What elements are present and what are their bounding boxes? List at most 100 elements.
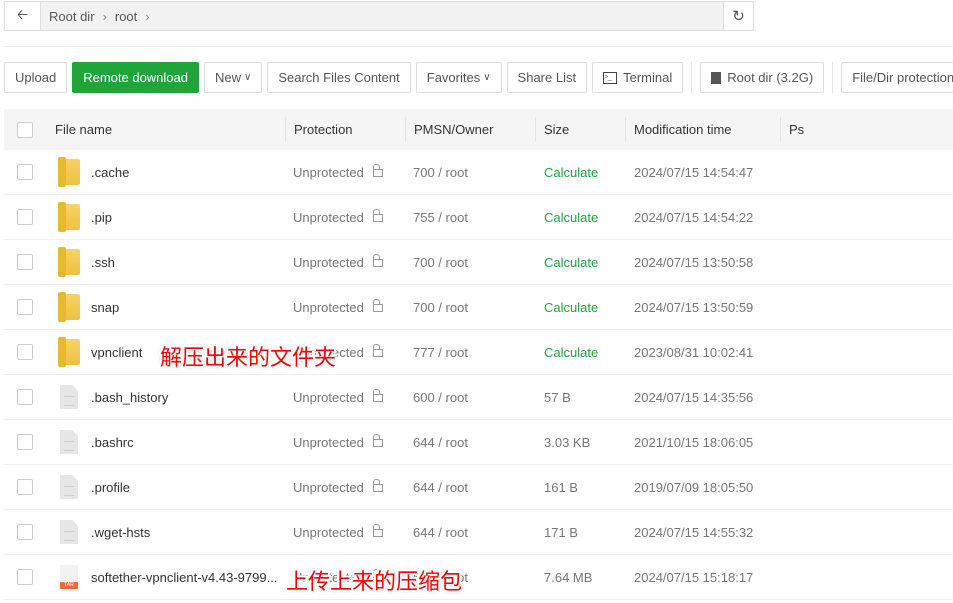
protection-status[interactable]: Unprotected: [293, 150, 383, 194]
row-checkbox[interactable]: [17, 164, 33, 180]
disk-icon: [711, 71, 722, 84]
table-row[interactable]: .bashrc Unprotected 644 / root 3.03 KB 2…: [4, 420, 953, 465]
folder-icon: [58, 337, 80, 367]
pmsn-owner[interactable]: 700 / root: [413, 285, 468, 329]
protection-status[interactable]: Unprotected: [293, 465, 383, 509]
terminal-label: Terminal: [623, 70, 673, 85]
annotation-uploaded-archive: 上传上来的压缩包: [286, 570, 463, 595]
search-files-content-button[interactable]: Search Files Content: [267, 62, 411, 93]
row-checkbox[interactable]: [17, 299, 33, 315]
protection-status[interactable]: Unprotected: [293, 375, 383, 419]
separator: [691, 62, 693, 93]
protection-label: Unprotected: [293, 479, 364, 495]
calculate-size-link[interactable]: Calculate: [544, 150, 598, 194]
folder-icon: [58, 292, 80, 322]
header-file-name[interactable]: File name: [55, 109, 112, 150]
table-row[interactable]: .ssh Unprotected 700 / root Calculate 20…: [4, 240, 953, 285]
table-row[interactable]: .cache Unprotected 700 / root Calculate …: [4, 150, 953, 195]
pmsn-owner[interactable]: 700 / root: [413, 240, 468, 284]
unlock-icon: [372, 524, 383, 537]
chevron-right-icon: ›: [102, 8, 107, 24]
header-pmsn-owner[interactable]: PMSN/Owner: [405, 117, 535, 142]
pmsn-owner[interactable]: 755 / root: [413, 195, 468, 239]
pmsn-owner[interactable]: 600 / root: [413, 375, 468, 419]
table-row[interactable]: .bash_history Unprotected 600 / root 57 …: [4, 375, 953, 420]
share-list-button[interactable]: Share List: [506, 62, 588, 93]
row-checkbox[interactable]: [17, 254, 33, 270]
file-name[interactable]: .cache: [91, 150, 129, 194]
file-name[interactable]: .bashrc: [91, 420, 134, 464]
row-checkbox[interactable]: [17, 389, 33, 405]
new-label: New: [215, 70, 242, 85]
protection-label: Unprotected: [293, 434, 364, 450]
file-name[interactable]: .pip: [91, 195, 112, 239]
file-name[interactable]: vpnclient: [91, 330, 142, 374]
header-protection[interactable]: Protection: [285, 117, 405, 142]
unlock-icon: [372, 299, 383, 312]
file-size: 3.03 KB: [544, 434, 591, 450]
file-name[interactable]: softether-vpnclient-v4.43-9799...: [91, 555, 277, 599]
row-checkbox[interactable]: [17, 434, 33, 450]
table-row[interactable]: vpnclient Unprotected 777 / root Calcula…: [4, 330, 953, 375]
refresh-button[interactable]: ↻: [723, 2, 753, 30]
toolbar: Upload Remote download New ∨ Search Files…: [4, 62, 953, 93]
back-button[interactable]: 🡠: [5, 2, 41, 30]
modification-time: 2024/07/15 14:55:32: [634, 524, 754, 540]
select-all-checkbox[interactable]: [17, 121, 33, 138]
file-name[interactable]: .bash_history: [91, 375, 168, 419]
root-dir-button[interactable]: Root dir (3.2G): [700, 62, 825, 93]
pmsn-owner[interactable]: 700 / root: [413, 150, 468, 194]
calculate-size-link[interactable]: Calculate: [544, 240, 598, 284]
row-checkbox[interactable]: [17, 569, 33, 585]
protection-label: Unprotected: [293, 164, 364, 180]
pmsn-owner[interactable]: 644 / root: [413, 420, 468, 464]
unlock-icon: [372, 209, 383, 222]
row-checkbox[interactable]: [17, 524, 33, 540]
breadcrumb-root-dir[interactable]: Root dir: [49, 9, 95, 24]
modification-time: 2024/07/15 13:50:58: [634, 254, 754, 270]
pmsn-owner[interactable]: 644 / root: [413, 510, 468, 554]
table-row[interactable]: .wget-hsts Unprotected 644 / root 171 B …: [4, 510, 953, 555]
protection-status[interactable]: Unprotected: [293, 240, 383, 284]
header-size[interactable]: Size: [535, 117, 625, 142]
chevron-right-icon: ›: [145, 8, 150, 24]
favorites-label: Favorites: [426, 70, 481, 85]
folder-icon: [58, 202, 80, 232]
new-button[interactable]: New ∨: [204, 62, 263, 93]
file-name[interactable]: .profile: [91, 465, 130, 509]
breadcrumb-root[interactable]: root: [115, 9, 137, 24]
terminal-button[interactable]: >_ Terminal: [592, 62, 684, 93]
protection-label: Unprotected: [293, 209, 364, 225]
protection-status[interactable]: Unprotected: [293, 285, 383, 329]
breadcrumb: Root dir › root ›: [41, 9, 150, 24]
table-row[interactable]: softether-vpnclient-v4.43-9799... Unprot…: [4, 555, 953, 600]
header-ps[interactable]: Ps: [780, 117, 880, 142]
file-dir-protection-button[interactable]: File/Dir protection: [841, 62, 953, 93]
protection-status[interactable]: Unprotected: [293, 420, 383, 464]
calculate-size-link[interactable]: Calculate: [544, 195, 598, 239]
pmsn-owner[interactable]: 644 / root: [413, 465, 468, 509]
modification-time: 2024/07/15 14:35:56: [634, 389, 754, 405]
row-checkbox[interactable]: [17, 209, 33, 225]
protection-status[interactable]: Unprotected: [293, 195, 383, 239]
protection-status[interactable]: Unprotected: [293, 510, 383, 554]
terminal-icon: >_: [603, 71, 618, 84]
protection-label: Unprotected: [293, 299, 364, 315]
remote-download-button[interactable]: Remote download: [72, 62, 199, 93]
unlock-icon: [372, 389, 383, 402]
calculate-size-link[interactable]: Calculate: [544, 285, 598, 329]
upload-button[interactable]: Upload: [4, 62, 68, 93]
file-name[interactable]: .ssh: [91, 240, 115, 284]
table-row[interactable]: snap Unprotected 700 / root Calculate 20…: [4, 285, 953, 330]
favorites-button[interactable]: Favorites ∨: [415, 62, 502, 93]
file-name[interactable]: .wget-hsts: [91, 510, 150, 554]
row-checkbox[interactable]: [17, 479, 33, 495]
file-name[interactable]: snap: [91, 285, 119, 329]
header-modification-time[interactable]: Modification time: [625, 117, 780, 142]
table-row[interactable]: .pip Unprotected 755 / root Calculate 20…: [4, 195, 953, 240]
table-header: File name Protection PMSN/Owner Size Mod…: [4, 109, 953, 150]
row-checkbox[interactable]: [17, 344, 33, 360]
pmsn-owner[interactable]: 777 / root: [413, 330, 468, 374]
table-row[interactable]: .profile Unprotected 644 / root 161 B 20…: [4, 465, 953, 510]
calculate-size-link[interactable]: Calculate: [544, 330, 598, 374]
